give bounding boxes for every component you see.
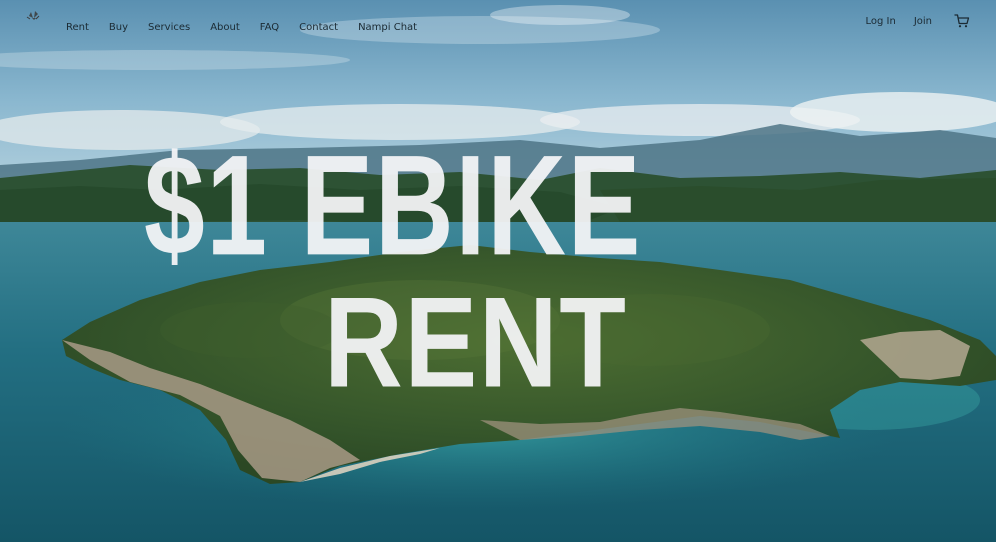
cart-button[interactable] [954, 13, 970, 29]
top-navigation: Rent Buy Services About FAQ Contact Namp… [0, 0, 996, 44]
login-link[interactable]: Log In [865, 16, 895, 27]
join-link[interactable]: Join [914, 16, 932, 27]
nav-faq-link[interactable]: FAQ [260, 22, 279, 33]
brand-logo[interactable] [19, 8, 49, 38]
nav-contact-link[interactable]: Contact [299, 22, 338, 33]
nav-nampi-chat-link[interactable]: Nampi Chat [358, 22, 417, 33]
primary-nav-list: Rent Buy Services About FAQ Contact Namp… [66, 15, 437, 34]
account-nav: Log In Join [865, 13, 970, 29]
nav-buy-link[interactable]: Buy [109, 22, 128, 33]
nav-services-link[interactable]: Services [148, 22, 190, 33]
brand-logo-icon [26, 11, 40, 20]
hero-landscape-image [0, 0, 996, 542]
nav-rent-link[interactable]: Rent [66, 22, 89, 33]
cart-icon [954, 14, 970, 28]
nav-about-link[interactable]: About [210, 22, 240, 33]
hero-background [0, 0, 996, 542]
